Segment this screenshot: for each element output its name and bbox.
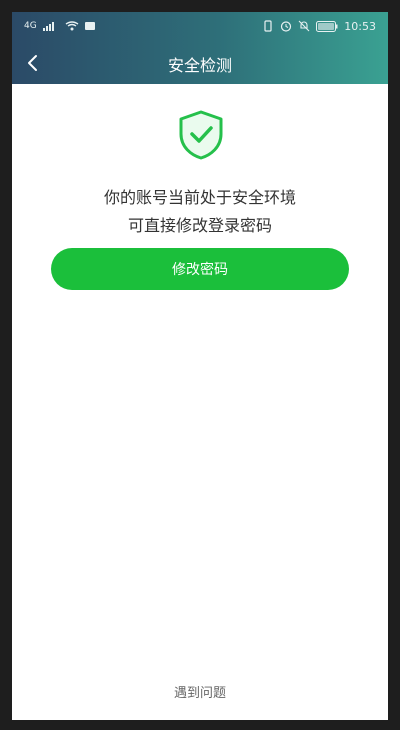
signal-icon bbox=[42, 22, 54, 31]
battery-icon bbox=[316, 20, 338, 32]
mute-icon bbox=[298, 20, 310, 32]
security-status-text: 你的账号当前处于安全环境 bbox=[103, 188, 296, 207]
nav-bar: 安全检测 bbox=[12, 44, 388, 84]
status-bar: 4G 10:53 bbox=[12, 12, 388, 40]
status-right: 10:53 bbox=[262, 18, 376, 34]
vibrate-icon bbox=[264, 20, 272, 32]
wifi-icon bbox=[65, 21, 79, 31]
alarm-icon bbox=[281, 21, 292, 32]
security-hint-text: 可直接修改登录密码 bbox=[127, 216, 272, 235]
change-password-button[interactable]: 修改密码 bbox=[51, 248, 349, 290]
page-title: 安全检测 bbox=[167, 56, 232, 75]
help-link[interactable]: 遇到问题 bbox=[12, 682, 388, 701]
status-left: 4G bbox=[24, 19, 95, 33]
shield-check-icon bbox=[179, 110, 223, 160]
screen: 4G 10:53 安全检测 你的账号当前处于安全环境 可直接修改登录密码 修改密… bbox=[12, 12, 388, 720]
top-header: 4G 10:53 安全检测 bbox=[12, 12, 388, 84]
device-frame: 4G 10:53 安全检测 你的账号当前处于安全环境 可直接修改登录密码 修改密… bbox=[0, 0, 400, 730]
message-icon bbox=[84, 22, 95, 30]
signal-strength-text: 4G bbox=[24, 21, 37, 31]
status-time: 10:53 bbox=[344, 19, 376, 33]
